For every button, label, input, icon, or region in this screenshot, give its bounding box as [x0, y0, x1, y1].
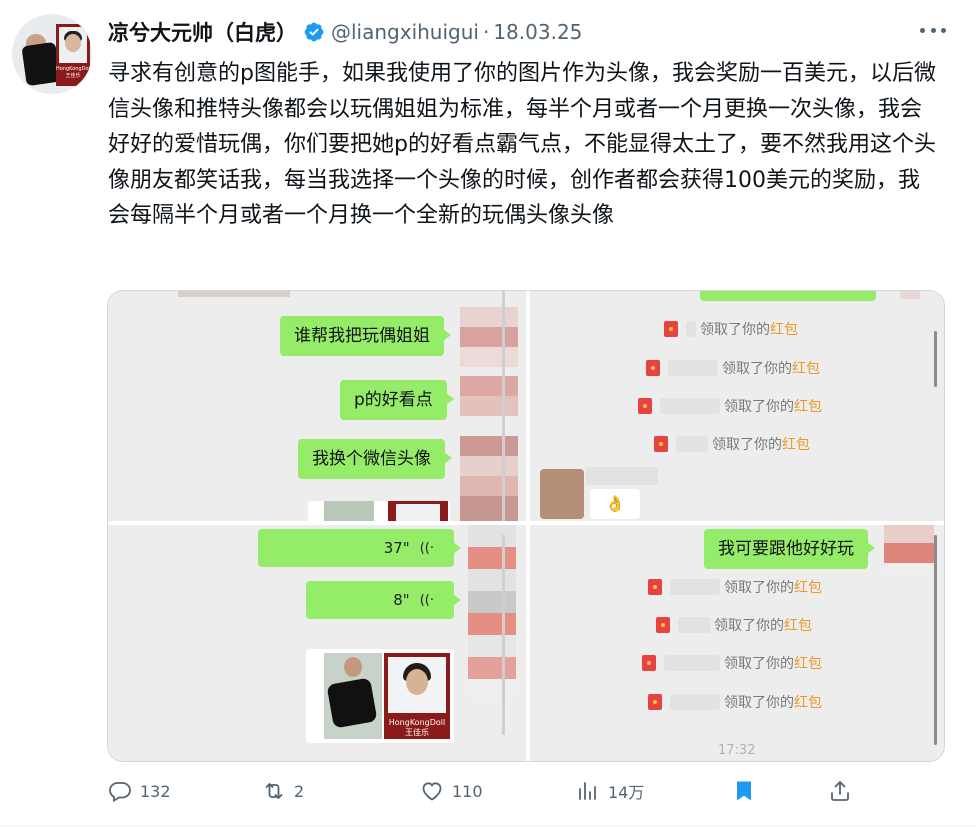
tweet-header: 凉兮大元帅（白虎） @liangxihuigui · 18.03.25 [108, 16, 582, 48]
red-packet-icon [648, 579, 662, 595]
chat-message: 谁帮我把玩偶姐姐 [280, 316, 451, 356]
tweet-media[interactable]: 谁帮我把玩偶姐姐 p的好看点 我换个微信头像 领取了你的 红包 领取了你的 红包… [107, 290, 945, 762]
chat-screenshot-top-left: 谁帮我把玩偶姐姐 p的好看点 我换个微信头像 [108, 291, 526, 521]
red-packet-icon [664, 321, 678, 337]
author-handle[interactable]: @liangxihuigui [331, 20, 479, 44]
share-icon [831, 781, 849, 801]
voice-wave-icon: ((· [419, 540, 434, 556]
chat-screenshot-bottom-right: 我可要跟他好好玩 领取了你的 红包 领取了你的 红包 领取了你的 红包 领取了你的 红包… [530, 525, 944, 761]
blurred-avatar [468, 525, 516, 701]
blurred-avatar [884, 525, 934, 575]
blurred-avatar [460, 436, 518, 496]
red-packet-notice: 领取了你的 红包 [654, 434, 810, 454]
image-message[interactable]: HongKongDoll 王佳乐 [306, 649, 454, 743]
tweet-text: 寻求有创意的p图能手，如果我使用了你的图片作为头像，我会奖励一百美元，以后微信头… [108, 61, 936, 229]
blurred-avatar [460, 307, 518, 367]
red-packet-notice: 领取了你的 红包 [648, 577, 822, 597]
blurred-name [586, 467, 658, 485]
chat-message: p的好看点 [340, 380, 454, 420]
red-packet-icon [638, 398, 652, 414]
like-button[interactable]: 110 [420, 772, 483, 810]
author-display-name[interactable]: 凉兮大元帅（白虎） [108, 17, 297, 47]
more-options-icon[interactable] [920, 22, 946, 38]
red-packet-icon [654, 436, 668, 452]
reply-icon [109, 782, 131, 803]
chat-message: 我可要跟他好好玩 [704, 529, 875, 569]
id-photo-card: HongKongDoll 王佳乐 [384, 653, 450, 739]
chat-screenshot-top-right: 领取了你的 红包 领取了你的 红包 领取了你的 红包 领取了你的 红包 👌 [530, 291, 944, 521]
blurred-avatar [460, 496, 518, 521]
red-packet-notice: 领取了你的 红包 [656, 615, 812, 635]
red-packet-icon [646, 360, 660, 376]
avatar-card-text: HongKongDoll 王佳乐 [56, 66, 92, 79]
reply-button[interactable]: 132 [108, 772, 171, 810]
red-packet-notice: 领取了你的 红包 [642, 653, 822, 673]
author-avatar[interactable]: HongKongDoll 王佳乐 [12, 14, 92, 94]
street-photo [324, 653, 382, 739]
tweet-action-bar: 132 2 110 14万 [108, 772, 948, 810]
image-message-thumb [308, 501, 450, 521]
like-count: 110 [452, 781, 483, 801]
tweet-date[interactable]: 18.03.25 [493, 20, 582, 44]
chat-message: 我换个微信头像 [298, 439, 452, 479]
bookmark-icon [737, 781, 751, 801]
red-packet-notice: 领取了你的 红包 [648, 692, 822, 712]
blurred-avatar [460, 376, 518, 416]
verified-badge-icon [304, 22, 324, 42]
chat-timestamp: 17:32 [718, 743, 756, 758]
avatar-id-card: HongKongDoll 王佳乐 [56, 24, 92, 86]
voice-message[interactable]: 37" ((· [258, 529, 461, 567]
bookmark-button[interactable] [732, 772, 764, 810]
share-button[interactable] [828, 772, 860, 810]
views-icon [579, 782, 596, 800]
heart-icon [422, 782, 442, 801]
voice-message[interactable]: 8" ((· [306, 581, 461, 619]
red-packet-icon [656, 617, 670, 633]
voice-wave-icon: ((· [419, 592, 434, 608]
repost-button[interactable]: 2 [262, 772, 304, 810]
blurred-avatar [540, 469, 584, 519]
red-packet-notice: 领取了你的 红包 [646, 358, 820, 378]
repost-count: 2 [294, 781, 305, 801]
views-count: 14万 [608, 783, 645, 802]
red-packet-notice: 领取了你的 红包 [664, 319, 798, 339]
separator-dot: · [482, 20, 490, 44]
emoji-message: 👌 [590, 489, 640, 519]
reply-count: 132 [140, 781, 171, 801]
views-button[interactable]: 14万 [576, 772, 644, 810]
red-packet-icon [642, 655, 656, 671]
red-packet-icon [648, 694, 662, 710]
repost-icon [265, 783, 283, 799]
avatar-scribble [21, 41, 61, 87]
chat-screenshot-bottom-left: 37" ((· 8" ((· HongKongDoll 王佳乐 [108, 525, 526, 761]
red-packet-notice: 领取了你的 红包 [638, 396, 822, 416]
